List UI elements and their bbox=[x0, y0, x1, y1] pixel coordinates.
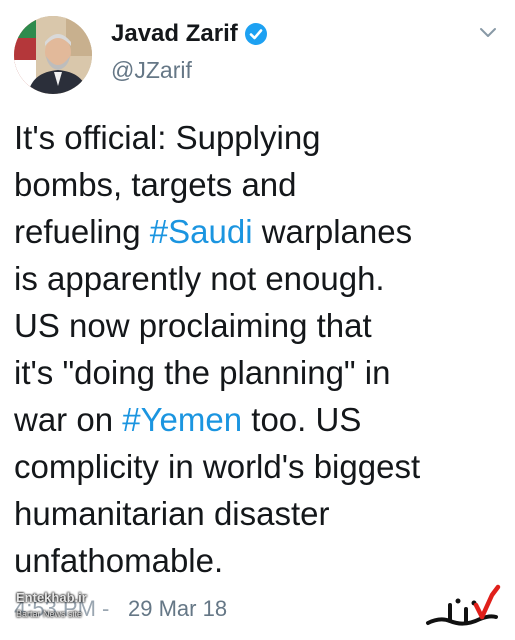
tweet-text-line: war on #Yemen too. US bbox=[14, 396, 504, 443]
tweet-text-line: humanitarian disaster bbox=[14, 490, 504, 537]
tweet-card: Javad Zarif @JZarif It's official: Suppl… bbox=[0, 0, 515, 640]
tweet-text-segment: refueling bbox=[14, 213, 150, 250]
tweet-text-line: complicity in world's biggest bbox=[14, 443, 504, 490]
display-name[interactable]: Javad Zarif bbox=[111, 19, 238, 49]
hashtag-link[interactable]: #Yemen bbox=[122, 401, 242, 438]
tweet-text-segment: US now proclaiming that bbox=[14, 307, 372, 344]
tweet-text-segment: bombs, targets and bbox=[14, 166, 297, 203]
user-handle[interactable]: @JZarif bbox=[111, 55, 192, 85]
watermark-subtitle: Bartar News site bbox=[16, 609, 83, 619]
tweet-text-segment: war on bbox=[14, 401, 123, 438]
tweet-text-line: is apparently not enough. bbox=[14, 255, 504, 302]
tweet-text-segment: is apparently not enough. bbox=[14, 260, 385, 297]
avatar[interactable] bbox=[14, 16, 92, 94]
tweet-text-segment: too. US bbox=[242, 401, 362, 438]
tweet-text-segment: unfathomable. bbox=[14, 542, 224, 579]
avatar-photo bbox=[14, 16, 92, 94]
tweet-text-segment: It's official: Supplying bbox=[14, 119, 321, 156]
tweet-text-line: It's official: Supplying bbox=[14, 114, 504, 161]
tweet-text-line: unfathomable. bbox=[14, 537, 504, 584]
tweet-text-line: bombs, targets and bbox=[14, 161, 504, 208]
entekhab-logo-icon bbox=[426, 584, 501, 626]
tweet-text: It's official: Supplying bombs, targets a… bbox=[14, 114, 504, 584]
hashtag-link[interactable]: #Saudi bbox=[150, 213, 253, 250]
tweet-text-segment: it's "doing the planning" in bbox=[14, 354, 391, 391]
tweet-text-line: it's "doing the planning" in bbox=[14, 349, 504, 396]
tweet-text-line: refueling #Saudi warplanes bbox=[14, 208, 504, 255]
watermark-entekhab: Entekhab.ir Bartar News site bbox=[16, 590, 87, 622]
watermark-title: Entekhab.ir bbox=[16, 590, 87, 605]
tweet-text-segment: complicity in world's biggest bbox=[14, 448, 421, 485]
tweet-text-segment: warplanes bbox=[252, 213, 413, 250]
timestamp-date[interactable]: 29 Mar 18 bbox=[128, 594, 227, 624]
tweet-text-segment: humanitarian disaster bbox=[14, 495, 330, 532]
chevron-down-icon[interactable] bbox=[478, 22, 498, 42]
tweet-text-line: US now proclaiming that bbox=[14, 302, 504, 349]
verified-badge-icon bbox=[245, 23, 267, 45]
